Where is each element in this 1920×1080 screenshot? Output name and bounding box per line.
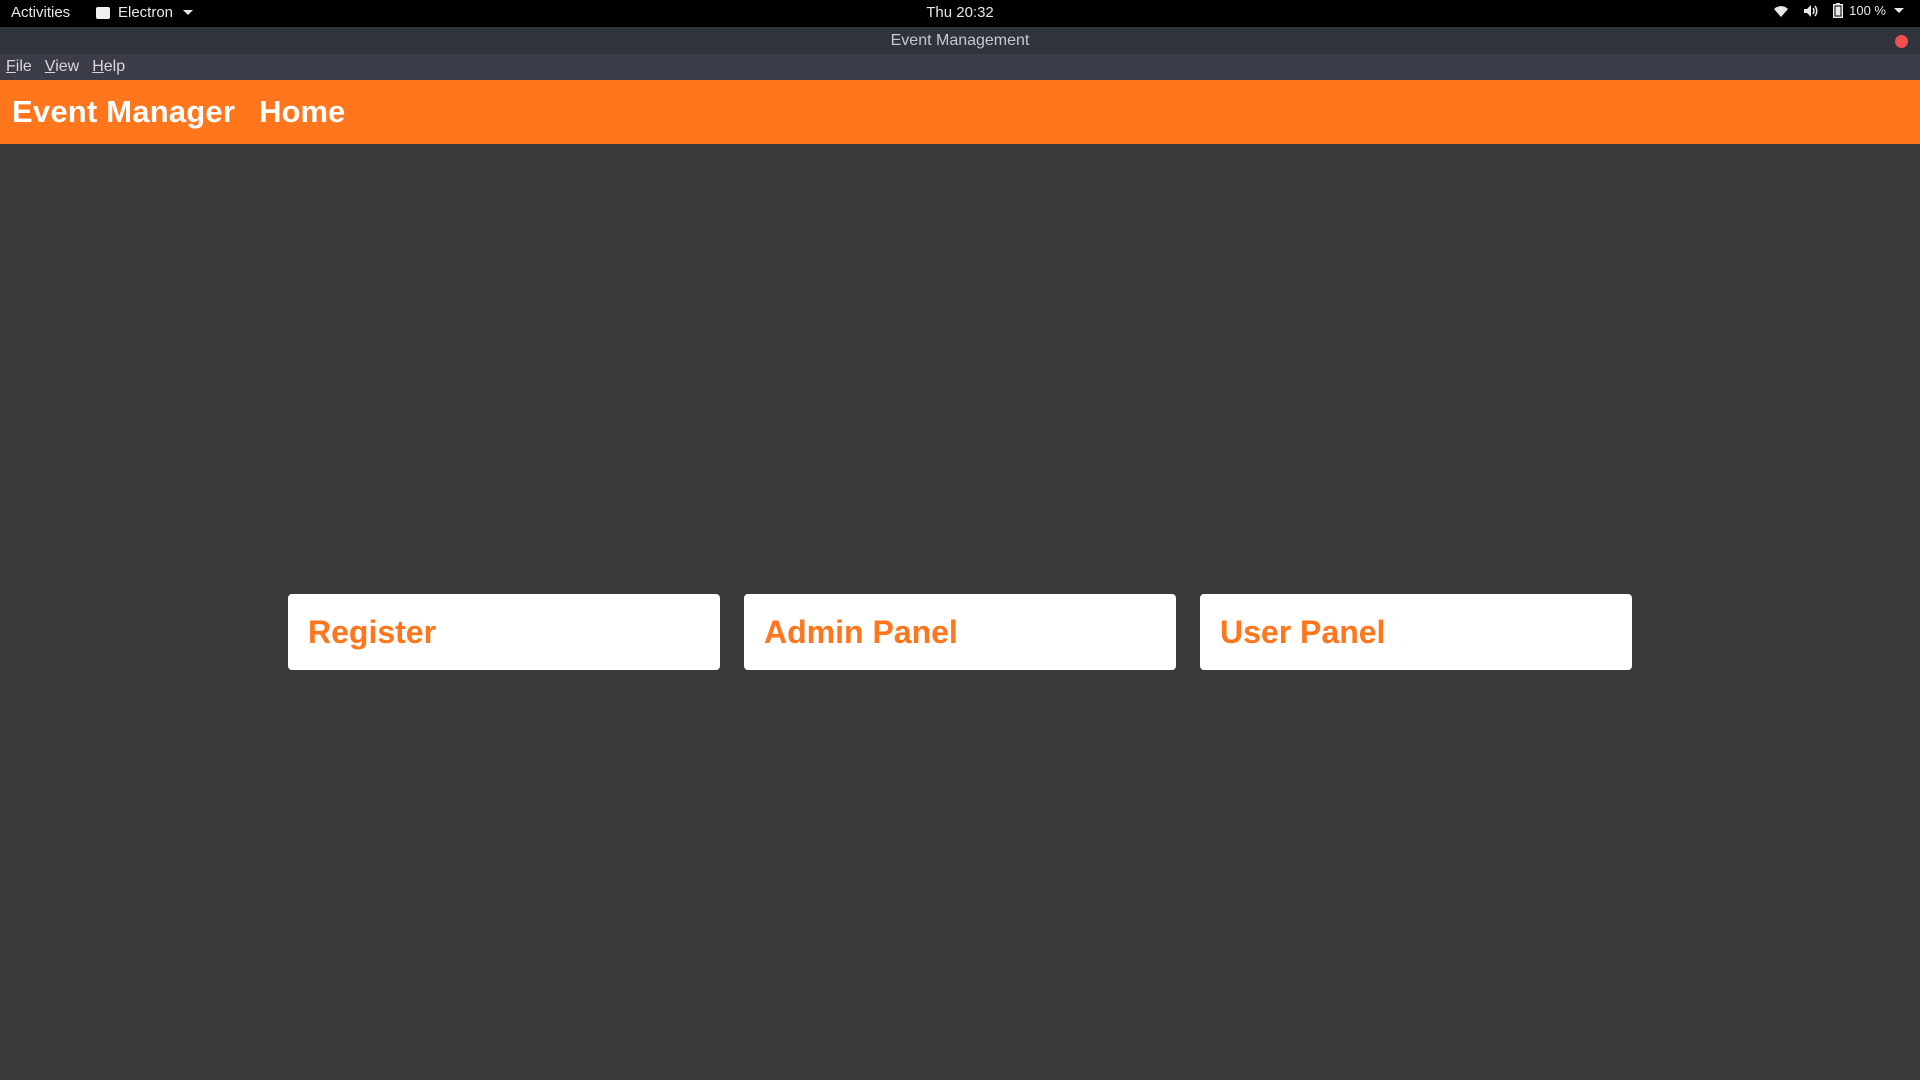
clock-container: Thu 20:32 (0, 4, 1920, 21)
menu-help[interactable]: Help (92, 58, 125, 76)
window-title: Event Management (890, 32, 1030, 49)
battery-indicator: 100 % (1833, 3, 1904, 18)
nav-link-home[interactable]: Home (259, 94, 345, 130)
brand-link[interactable]: Event Manager (12, 94, 235, 130)
app-navbar: Event Manager Home (0, 80, 1920, 144)
chevron-down-icon (1894, 8, 1904, 13)
menu-bar: File View Help (0, 54, 1920, 80)
chevron-down-icon (183, 10, 194, 15)
app-menu[interactable]: Electron (96, 4, 194, 21)
battery-icon (1833, 3, 1844, 18)
menu-file[interactable]: File (6, 58, 32, 76)
window-title-bar: Event Management (0, 27, 1920, 54)
admin-panel-card[interactable]: Admin Panel (744, 594, 1176, 670)
register-card[interactable]: Register (288, 594, 720, 670)
volume-icon (1803, 4, 1819, 18)
close-icon[interactable] (1895, 35, 1908, 48)
wifi-icon (1773, 4, 1789, 18)
clock[interactable]: Thu 20:32 (926, 4, 994, 21)
menu-view[interactable]: View (45, 58, 79, 76)
app-menu-label: Electron (118, 4, 174, 21)
app-icon (96, 6, 110, 19)
panel-cards: Register Admin Panel User Panel (288, 594, 1632, 670)
battery-percent: 100 % (1849, 3, 1886, 18)
activities-button[interactable]: Activities (11, 4, 70, 21)
status-area[interactable]: 100 % (1773, 3, 1904, 18)
system-top-bar: Activities Electron Thu 20:32 100 % (0, 0, 1920, 27)
user-panel-card[interactable]: User Panel (1200, 594, 1632, 670)
